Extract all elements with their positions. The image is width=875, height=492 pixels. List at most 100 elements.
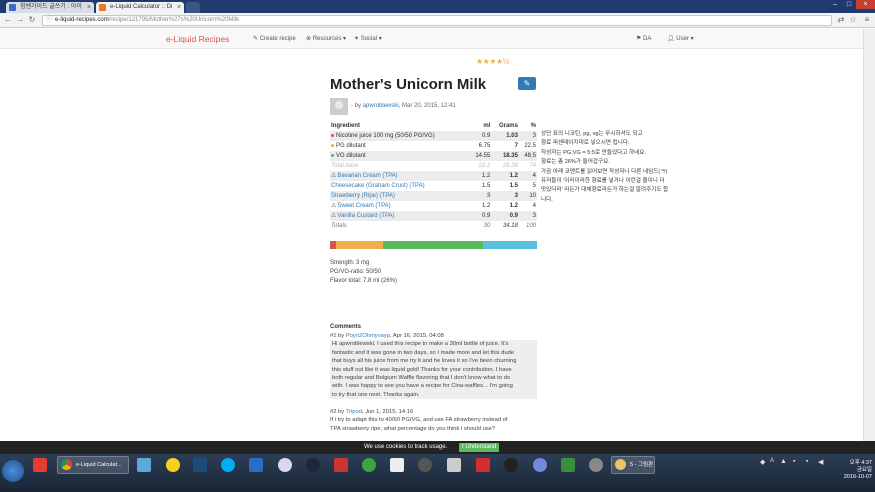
nav-social[interactable]: ✦ Social ▾ [354,35,382,42]
tray-expand-icon[interactable]: ▲ [780,458,787,465]
comment-author-link[interactable]: Poyn2Ohmyvayp [346,333,390,339]
author-link[interactable]: apwroblewski [363,103,399,109]
forward-icon[interactable]: → [15,15,25,25]
skype-icon[interactable] [221,458,235,472]
taskbar-chrome-window[interactable]: e-Liquid Calculat... [57,456,129,474]
browser-tab-active[interactable]: e-Liquid Calculator :: Di × [96,2,184,13]
windows-taskbar: e-Liquid Calculat... 5 - 그림판 ◆ A ▲ ▪ ▪ ◀… [0,454,875,492]
warning-icon[interactable]: ⚠ [331,203,336,209]
bookmark-star-icon[interactable]: ☆ [848,15,858,25]
cell-percent: 4 [532,203,536,209]
col-ingredient: Ingredient [331,123,361,129]
nav-da[interactable]: ⚑ DA [636,35,651,42]
warning-icon[interactable]: ⚠ [331,213,336,219]
discord-icon[interactable] [533,458,547,472]
comment-author-link[interactable]: Tripod [346,409,362,415]
clock[interactable]: 오후 4:37 금요일 2016-10-07 [830,460,872,481]
page-info-icon[interactable]: ⓘ [46,16,52,25]
cell-grams: 0.9 [491,211,519,221]
app-icon[interactable] [390,458,404,472]
flavor-link[interactable]: Cheesecake (Graham Crust) (TPA) [331,183,425,189]
nav-resources[interactable]: ⊕ Resources ▾ [306,35,346,42]
table-header-row: Ingredient ml Grams % [330,121,537,131]
itunes-icon[interactable] [278,458,292,472]
nav-label: DA [643,36,652,42]
chrome-menu-icon[interactable]: ≡ [862,15,872,25]
tray-icon[interactable]: ▪ [793,458,795,465]
col-ml: ml [483,123,491,129]
user-icon: 👤︎ [667,36,677,42]
site-brand-link[interactable]: e-Liquid Recipes [166,34,229,44]
app-icon[interactable] [504,458,518,472]
nav-create-recipe[interactable]: ✎ Create recipe [253,35,296,42]
nav-label: Create recipe [259,36,296,42]
minimize-icon[interactable]: – [828,0,842,9]
app-icon[interactable] [447,458,461,472]
app-icon[interactable] [249,458,263,472]
table-row: Cheesecake (Graham Crust) (TPA) 1.5 1.5 … [330,181,537,191]
volume-icon[interactable]: ◀ [818,458,823,466]
edit-recipe-button[interactable]: ✎ [518,77,536,90]
cell-percent: 74 [529,163,536,169]
browser-toolbar: ← → ↻ ⓘ e-liquid-recipes.com/recipe/1217… [0,13,875,28]
comment-meta: #1 by Poyn2Ohmyvayp, Apr 16, 2015, 04:08 [330,332,537,340]
cell-percent: 5 [532,183,536,189]
app-icon[interactable] [418,458,432,472]
paint-icon [615,459,626,470]
new-tab-button[interactable] [186,2,200,13]
composition-bar [330,241,537,249]
cell-grams: 1.2 [491,171,519,181]
translate-icon[interactable]: ⇄ [836,15,846,25]
close-window-icon[interactable]: × [856,0,875,9]
back-icon[interactable]: ← [3,15,13,25]
cell-grams: 1.5 [509,183,518,189]
close-tab-icon[interactable]: × [87,2,91,13]
kakaotalk-icon[interactable] [166,458,180,472]
cell-ml: 1.2 [482,203,491,209]
site-navbar: e-Liquid Recipes ✎ Create recipe ⊕ Resou… [0,29,863,49]
tray-network-icon[interactable]: ◆ [760,458,765,466]
flavor-link[interactable]: Strawberry (Ripe) (TPA) [331,193,395,199]
warning-icon[interactable]: ⚠ [331,173,336,179]
page-scrollbar[interactable] [863,29,875,441]
cell-percent: 3 [518,211,537,221]
comment-meta: #2 by Tripod, Jun 1, 2015, 14:16 [330,408,537,416]
url-host: e-liquid-recipes.com [55,17,109,23]
app-icon[interactable] [589,458,603,472]
comment-number: #2 by [330,409,345,415]
browser-tab[interactable]: 힘쌘가이드 글쓰기 : 아이 × [6,2,94,13]
cell-percent: 22.5 [524,143,536,149]
app-icon[interactable] [193,458,207,472]
app-icon[interactable] [33,458,47,472]
steam-icon[interactable] [306,458,320,472]
start-button[interactable] [2,460,24,482]
nav-user[interactable]: 👤︎ User ▾ [667,35,694,42]
comment-item: #1 by Poyn2Ohmyvayp, Apr 16, 2015, 04:08… [330,332,537,400]
flavor-link[interactable]: Vanilla Custard (TPA) [337,213,394,219]
composition-segment [336,241,383,249]
byline-prefix: - by [351,103,362,109]
table-row-base-total: Total base 22.2 26.38 74 [330,161,537,171]
flavor-link[interactable]: Sweet Cream (TPA) [337,203,390,209]
caret-down-icon: ▾ [341,36,347,42]
app-icon[interactable] [137,458,151,472]
taskbar-paint-window[interactable]: 5 - 그림판 [611,456,655,474]
app-icon[interactable] [334,458,348,472]
tray-icon[interactable]: ▪ [806,458,808,465]
rating-stars[interactable]: ★★★★½ [476,57,509,66]
cell-ml: 1.5 [482,183,491,189]
flavor-link[interactable]: Bavarian Cream (TPA) [337,173,397,179]
cookie-accept-button[interactable]: I Understand [459,443,500,452]
reload-icon[interactable]: ↻ [27,15,37,25]
maximize-icon[interactable]: □ [842,0,856,9]
utorrent-icon[interactable] [362,458,376,472]
author-avatar[interactable] [330,98,348,115]
col-grams: Grams [498,123,518,129]
globe-icon: ⊕ [306,36,313,42]
address-bar[interactable]: ⓘ e-liquid-recipes.com/recipe/121795/Mot… [42,15,832,26]
close-tab-icon[interactable]: × [177,2,181,13]
tray-language[interactable]: A [770,458,774,464]
app-icon[interactable] [561,458,575,472]
app-icon[interactable] [476,458,490,472]
url-path: /recipe/121795/Mother%27s%20Unicorn%20Mi… [108,17,240,23]
